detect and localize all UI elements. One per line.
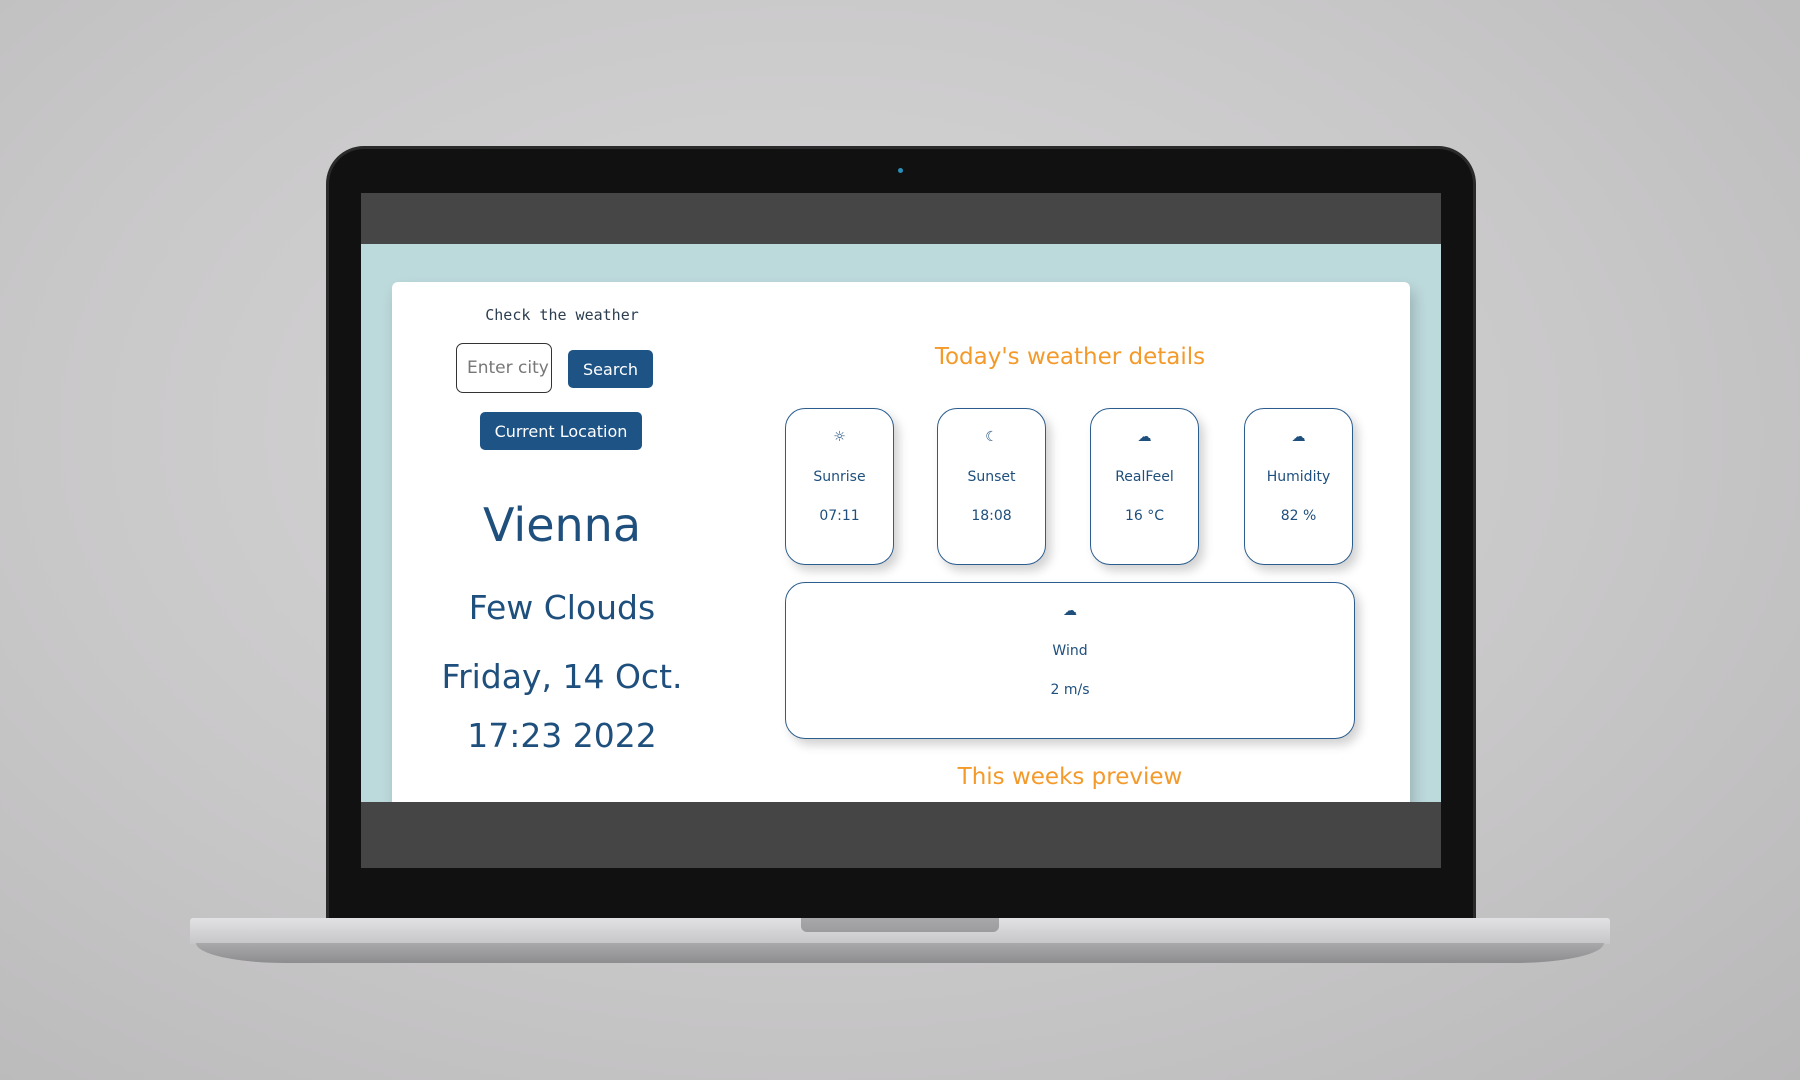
current-time-year: 17:23 2022 [467, 716, 657, 755]
current-location-button[interactable]: Current Location [480, 412, 642, 450]
tile-label: Humidity [1266, 469, 1331, 485]
cloud-sun-icon: ☁ [1291, 429, 1306, 445]
tile-value: 82 % [1280, 508, 1317, 524]
tile-value: 07:11 [819, 508, 860, 524]
tile-label: RealFeel [1115, 469, 1174, 485]
app-heading: Check the weather [485, 306, 639, 324]
webcam [898, 168, 903, 173]
humidity-tile: ☁ Humidity 82 % [1244, 408, 1353, 565]
sunset-tile: ☾ Sunset 18:08 [937, 408, 1046, 565]
city-name: Vienna [482, 498, 642, 552]
city-search-input[interactable] [456, 343, 552, 393]
search-panel: Check the weather Search Current Locatio… [392, 282, 732, 802]
week-preview-title: This weeks preview [957, 764, 1183, 790]
search-button[interactable]: Search [568, 350, 653, 388]
tile-value: 18:08 [971, 508, 1012, 524]
weather-condition: Few Clouds [468, 588, 656, 627]
web-page: Check the weather Search Current Locatio… [361, 244, 1441, 802]
weather-card: Check the weather Search Current Locatio… [392, 282, 1410, 802]
tile-label: Sunrise [813, 469, 866, 485]
browser-top-bar [361, 193, 1441, 244]
cloud-rain-icon: ☁ [1137, 429, 1152, 445]
sunrise-tile: ☼ Sunrise 07:11 [785, 408, 894, 565]
cloud-sun-icon: ☁ [1063, 603, 1077, 619]
tile-label: Sunset [967, 469, 1016, 485]
current-date: Friday, 14 Oct. [441, 657, 683, 696]
laptop-screen: Check the weather Search Current Locatio… [361, 193, 1441, 868]
realfeel-tile: ☁ RealFeel 16 °C [1090, 408, 1199, 565]
tile-label: Wind [1052, 643, 1088, 659]
laptop-base-edge [196, 943, 1604, 963]
details-panel: Today's weather details ☼ Sunrise 07:11 … [785, 282, 1355, 802]
screen-bottom-bar [361, 802, 1441, 868]
tile-value: 16 °C [1124, 508, 1165, 524]
moon-cloud-icon: ☾ [985, 429, 998, 445]
laptop-mockup: Check the weather Search Current Locatio… [0, 0, 1800, 1080]
tile-value: 2 m/s [1050, 682, 1090, 698]
wind-tile: ☁ Wind 2 m/s [785, 582, 1355, 739]
sun-icon: ☼ [833, 429, 846, 445]
laptop-hinge-notch [801, 918, 999, 932]
today-details-title: Today's weather details [934, 344, 1206, 370]
